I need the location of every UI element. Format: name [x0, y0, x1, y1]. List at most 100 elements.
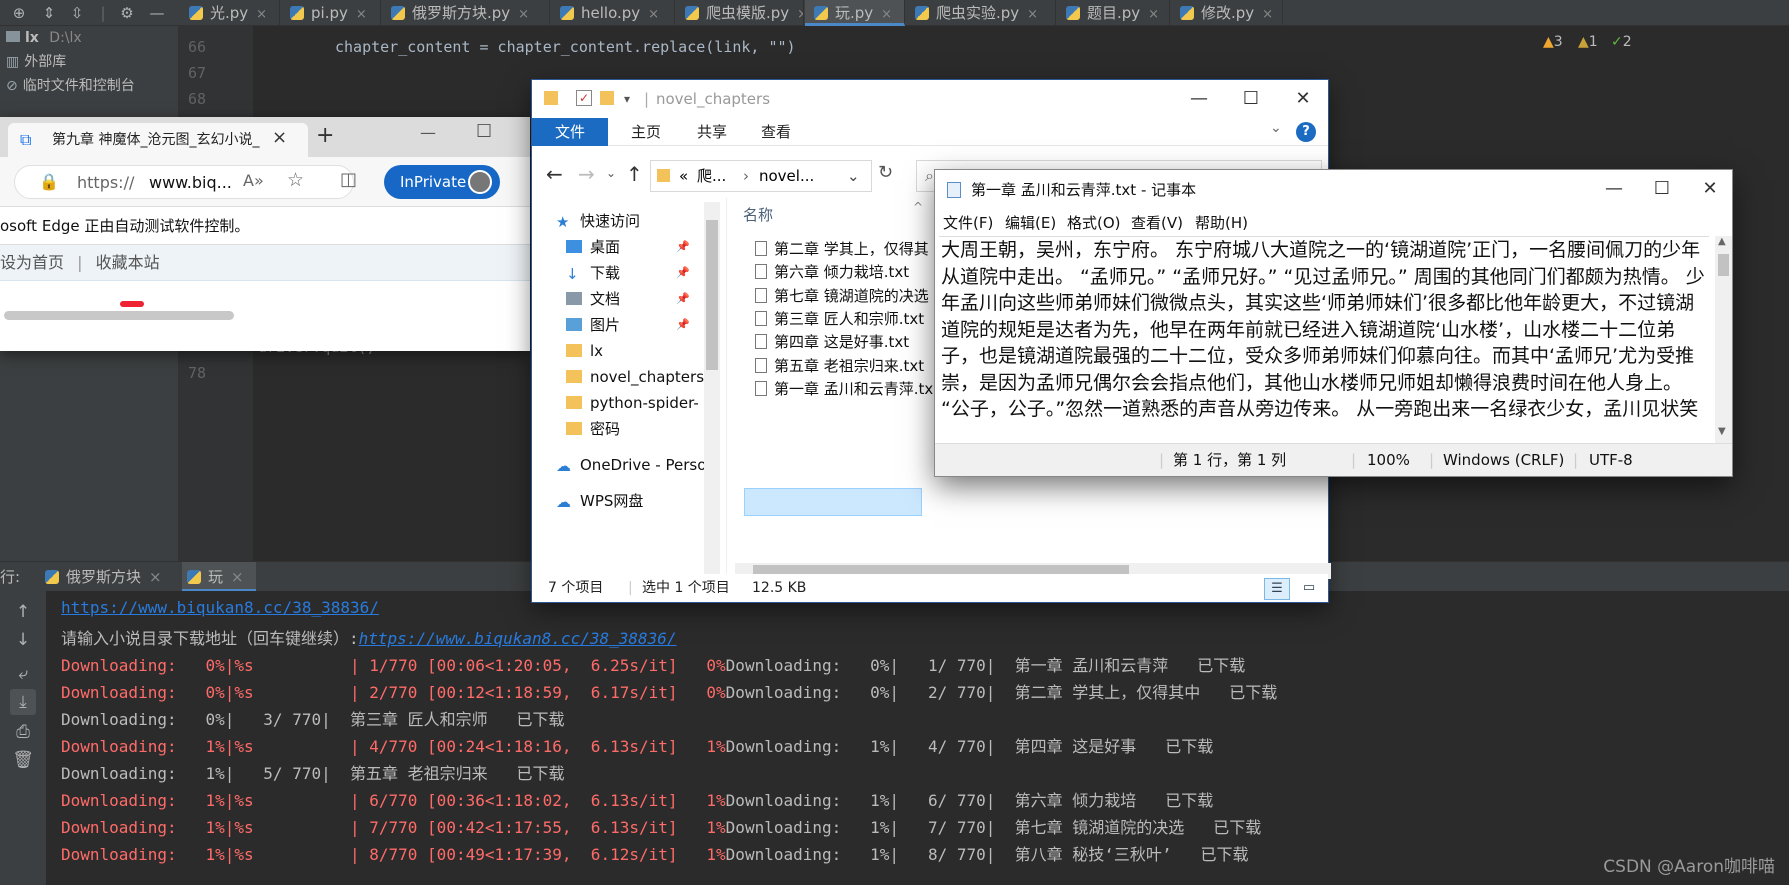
close-icon[interactable]: ×	[518, 7, 529, 22]
menu-file[interactable]: 文件(F)	[943, 210, 993, 236]
globe-icon[interactable]: ⊕	[8, 0, 30, 26]
menu-edit[interactable]: 编辑(E)	[1005, 210, 1056, 236]
bookmark-site-link[interactable]: 收藏本站	[96, 253, 160, 272]
run-tab[interactable]: 俄罗斯方块 ×	[40, 562, 170, 592]
address-breadcrumb[interactable]: « 爬... › novel... ⌄	[650, 160, 872, 192]
pin-icon[interactable]: 📌	[676, 286, 690, 312]
pin-icon[interactable]: 📌	[676, 312, 690, 338]
forward-arrow-icon[interactable]: →	[578, 162, 595, 186]
maximize-window-icon[interactable]: ☐	[476, 121, 492, 142]
close-icon[interactable]: ×	[231, 568, 244, 586]
scroll-up-icon[interactable]: ▲	[1718, 236, 1726, 247]
file-tab[interactable]: 题目.py ×	[1057, 0, 1170, 26]
file-tab[interactable]: 俄罗斯方块.py ×	[382, 0, 550, 26]
close-tab-icon[interactable]: ×	[272, 127, 287, 148]
menu-view[interactable]: 查看(V)	[1131, 210, 1183, 236]
horizontal-scrollbar[interactable]	[4, 311, 234, 320]
code-line[interactable]: chapter_content = chapter_content.replac…	[335, 38, 796, 56]
trash-icon[interactable]: 🗑	[10, 747, 36, 773]
close-window-icon[interactable]: ✕	[1687, 170, 1733, 208]
gear-icon[interactable]: ⚙	[116, 0, 138, 26]
arrow-down-icon[interactable]: ↓	[10, 627, 36, 653]
arrow-up-icon[interactable]: ↑	[10, 599, 36, 625]
favorite-star-icon[interactable]: ☆	[287, 169, 304, 191]
minimize-window-icon[interactable]: —	[1591, 170, 1637, 208]
maximize-window-icon[interactable]: ☐	[1639, 170, 1685, 208]
project-root[interactable]: lx D:\lx	[6, 26, 82, 50]
ribbon-tab-file[interactable]: 文件	[532, 118, 608, 146]
nav-item[interactable]: ☁ OneDrive - Perso	[556, 452, 706, 478]
column-header-name[interactable]: 名称	[743, 204, 773, 225]
ribbon-tab-home[interactable]: 主页	[616, 118, 676, 146]
nav-item[interactable]: lx	[566, 338, 603, 364]
external-libraries[interactable]: ▥ 外部库	[6, 50, 66, 74]
details-view-icon[interactable]: ☰	[1264, 578, 1290, 600]
print-icon[interactable]: ⎙	[10, 719, 36, 745]
sort-ascending-icon[interactable]: ^	[913, 200, 923, 214]
pin-icon[interactable]: 📌	[676, 234, 690, 260]
split-screen-icon[interactable]: ◫	[340, 169, 357, 190]
console-link[interactable]: https://www.biqukan8.cc/38_38836/	[359, 629, 677, 648]
scroll-to-end-icon[interactable]: ⤓	[10, 689, 36, 715]
file-item[interactable]: 第三章 匠人和宗师.txt	[755, 306, 933, 332]
file-item[interactable]: 第七章 镜湖道院的决选	[755, 283, 933, 309]
new-folder-icon[interactable]	[600, 91, 614, 105]
nav-item[interactable]: 桌面 📌	[566, 234, 690, 260]
nav-item[interactable]: 文档 📌	[566, 286, 690, 312]
chevron-down-icon[interactable]: ⌄	[847, 161, 860, 191]
collapse-all-icon[interactable]: ⇳	[66, 0, 88, 26]
close-icon[interactable]: ×	[881, 7, 892, 22]
console-line[interactable]: https://www.biqukan8.cc/38_38836/	[61, 598, 379, 617]
close-icon[interactable]: ×	[1027, 7, 1038, 22]
ribbon-tab-view[interactable]: 查看	[746, 118, 806, 146]
file-tab[interactable]: 爬虫模版.py ×	[676, 0, 804, 26]
minimize-window-icon[interactable]: —	[1176, 80, 1222, 118]
file-item[interactable]: 第二章 学其上，仅得其	[755, 236, 933, 262]
back-arrow-icon[interactable]: ←	[546, 162, 563, 186]
pin-icon[interactable]: 📌	[676, 260, 690, 286]
inprivate-badge[interactable]: InPrivate	[384, 165, 500, 199]
scrollbar-thumb[interactable]	[1718, 254, 1729, 276]
nav-item[interactable]: novel_chapters	[566, 364, 704, 390]
maximize-window-icon[interactable]: ☐	[1228, 80, 1274, 118]
file-item[interactable]: 第五章 老祖宗归来.txt	[755, 353, 933, 379]
menu-help[interactable]: 帮助(H)	[1195, 210, 1248, 236]
breadcrumb-item[interactable]: 爬...	[697, 161, 726, 191]
file-item[interactable]: 第四章 这是好事.txt	[755, 329, 933, 355]
close-icon[interactable]: ×	[256, 7, 267, 22]
close-icon[interactable]: ×	[1148, 7, 1159, 22]
minimize-icon[interactable]: —	[146, 0, 168, 26]
new-tab-icon[interactable]: +	[316, 123, 334, 148]
file-tab[interactable]: 光.py ×	[180, 0, 280, 26]
nav-pane-scrollbar[interactable]	[704, 202, 720, 574]
scratches[interactable]: ⊘ 临时文件和控制台	[6, 74, 135, 98]
up-arrow-icon[interactable]: ↑	[626, 162, 643, 186]
ribbon-tab-share[interactable]: 共享	[682, 118, 742, 146]
breadcrumb-overflow[interactable]: «	[679, 161, 688, 191]
nav-item[interactable]: 图片 📌	[566, 312, 690, 338]
close-icon[interactable]: ×	[1262, 7, 1273, 22]
help-icon[interactable]: ?	[1296, 122, 1316, 142]
file-tab[interactable]: 爬虫实验.py ×	[906, 0, 1056, 26]
tab-actions-icon[interactable]: ⧉	[20, 123, 31, 157]
scrollbar-thumb[interactable]	[706, 220, 718, 370]
expand-all-icon[interactable]: ⇕	[38, 0, 60, 26]
close-window-icon[interactable]: ✕	[1280, 80, 1326, 118]
minimize-window-icon[interactable]: —	[420, 123, 436, 142]
close-icon[interactable]: ×	[797, 7, 803, 22]
browser-tab[interactable]: ⧉ 第九章 神魔体_沧元图_玄幻小说_	[8, 123, 308, 157]
file-item[interactable]: 第六章 倾力栽培.txt	[755, 259, 933, 285]
inspection-ok[interactable]: ✓2	[1611, 34, 1632, 50]
address-bar[interactable]: 🔒 https:// www.biq... A» ☆	[14, 165, 354, 199]
run-tab-active[interactable]: 玩 ×	[182, 562, 256, 592]
quick-access-dropdown-icon[interactable]: ▾	[624, 80, 630, 118]
expand-ribbon-icon[interactable]: ⌄	[1270, 120, 1282, 136]
read-aloud-icon[interactable]: A»	[243, 171, 264, 190]
refresh-icon[interactable]: ↻	[878, 162, 893, 183]
file-tab[interactable]: hello.py ×	[551, 0, 675, 26]
nav-item[interactable]: 密码	[566, 416, 620, 442]
set-homepage-link[interactable]: 设为首页	[0, 253, 64, 272]
properties-icon[interactable]: ✓	[576, 90, 592, 106]
menu-format[interactable]: 格式(O)	[1067, 210, 1121, 236]
close-icon[interactable]: ×	[356, 7, 367, 22]
